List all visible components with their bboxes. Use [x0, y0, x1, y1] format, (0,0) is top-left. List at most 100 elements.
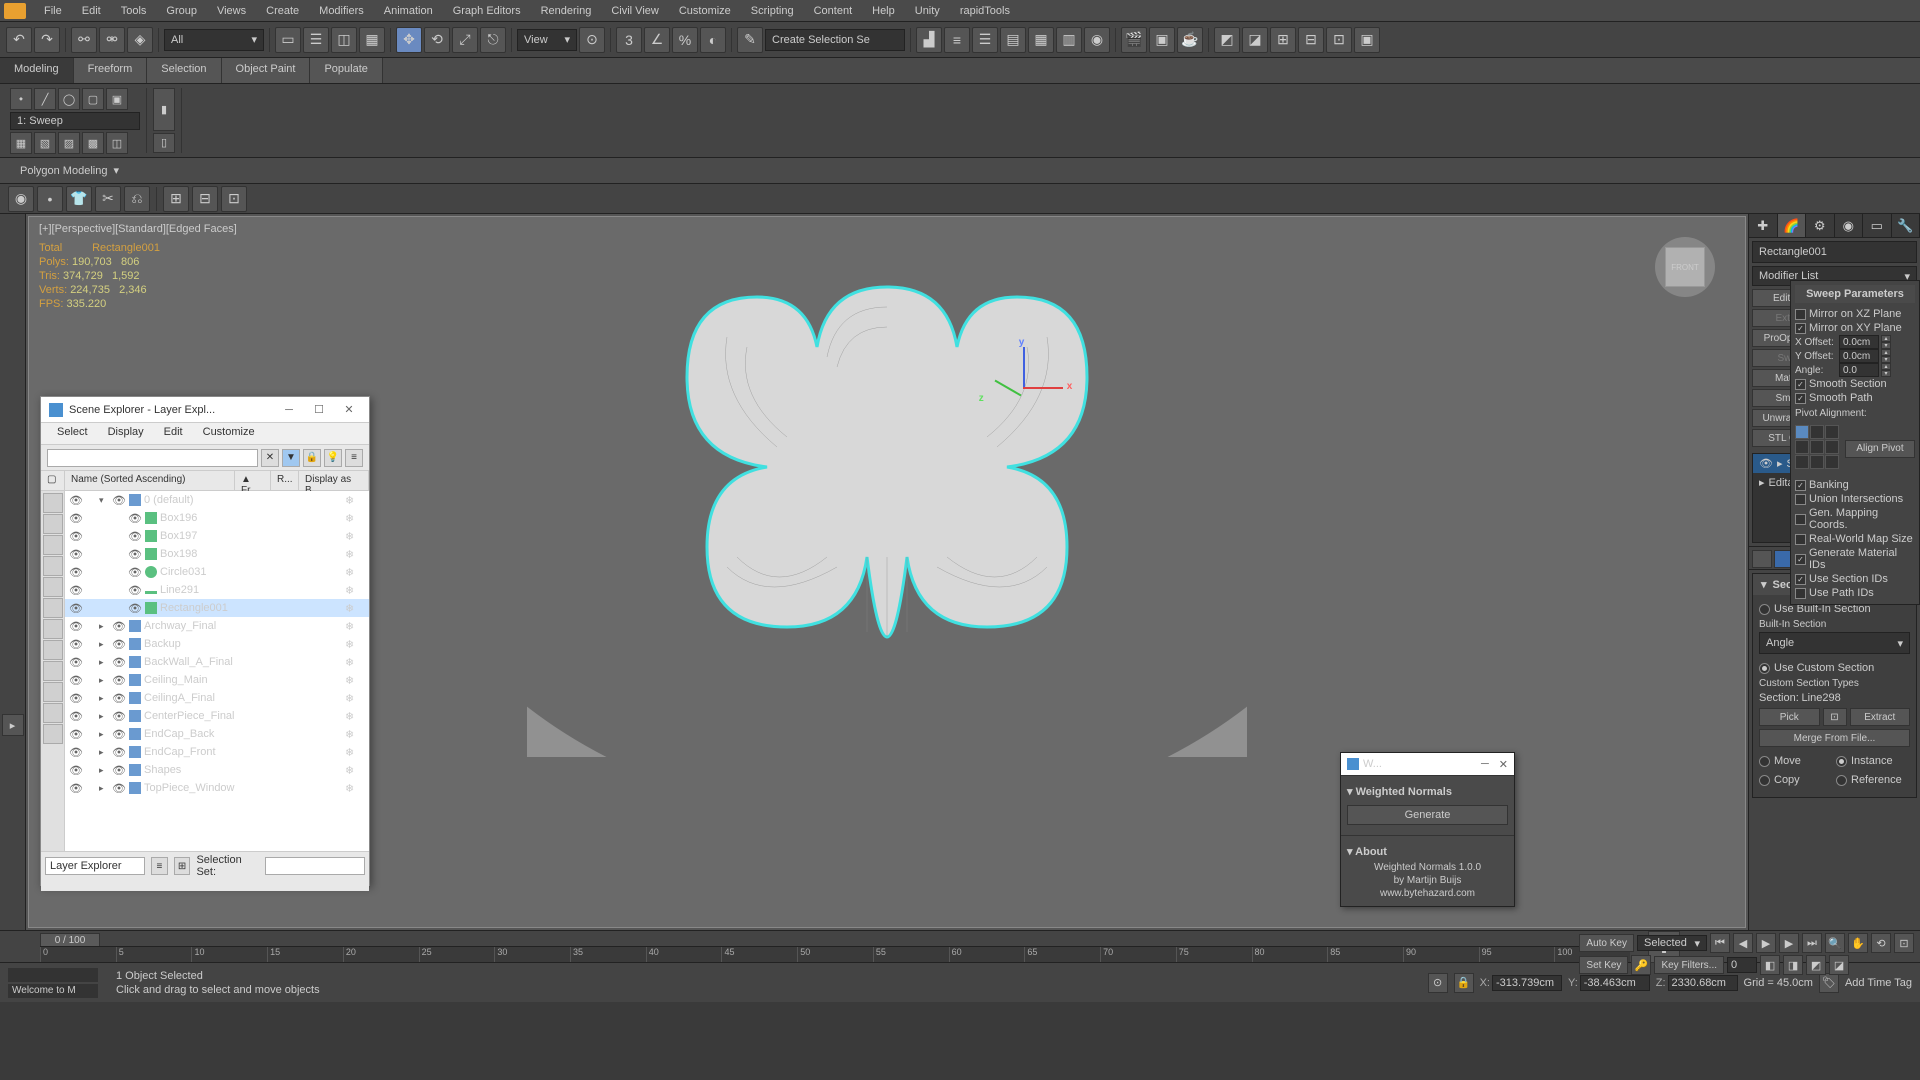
wn-titlebar[interactable]: W... ─ ✕: [1341, 753, 1514, 775]
eye-icon[interactable]: 👁: [112, 692, 126, 705]
footer-btn-2[interactable]: ⊞: [174, 857, 191, 875]
freeze-icon[interactable]: ❄: [345, 674, 365, 687]
subobj-edge-button[interactable]: ╱: [34, 88, 56, 110]
rotate-button[interactable]: ⟲: [424, 27, 450, 53]
undo-button[interactable]: ↶: [6, 27, 32, 53]
eye-icon[interactable]: 👁: [112, 674, 126, 687]
nav-pan-button[interactable]: ✋: [1848, 933, 1868, 953]
footer-btn-1[interactable]: ≡: [151, 857, 168, 875]
freeze-icon[interactable]: ❄: [345, 512, 365, 525]
ribbon-toggle-button[interactable]: ▯: [153, 133, 175, 153]
tree-row-ceiling-main[interactable]: 👁▸👁Ceiling_Main❄: [65, 671, 369, 689]
menu-rendering[interactable]: Rendering: [531, 2, 602, 20]
visibility-icon[interactable]: 👁: [69, 494, 83, 507]
tree-row-ceilinga-final[interactable]: 👁▸👁CeilingA_Final❄: [65, 689, 369, 707]
tree-row-shapes[interactable]: 👁▸👁Shapes❄: [65, 761, 369, 779]
eye-icon[interactable]: 👁: [128, 602, 142, 615]
goto-start-button[interactable]: ⏮: [1710, 933, 1730, 953]
filter-clear-button[interactable]: ✕: [261, 449, 279, 467]
timeline[interactable]: 0 / 100 05101520253035404550556065707580…: [0, 930, 1920, 962]
transform-gizmo[interactable]: x y z: [973, 337, 1073, 437]
subobj-element-button[interactable]: ▣: [106, 88, 128, 110]
side-9[interactable]: [43, 661, 63, 681]
wn-header[interactable]: ▾ Weighted Normals: [1347, 782, 1508, 801]
add-time-tag[interactable]: Add Time Tag: [1845, 977, 1912, 989]
menu-group[interactable]: Group: [156, 2, 207, 20]
align-pivot-button[interactable]: Align Pivot: [1845, 440, 1915, 458]
ribbon-tab-freeform[interactable]: Freeform: [74, 58, 148, 83]
scale-button[interactable]: ⤢: [452, 27, 478, 53]
viewcube[interactable]: FRONT: [1655, 237, 1715, 297]
app-icon[interactable]: [4, 3, 26, 19]
align-button[interactable]: ≡: [944, 27, 970, 53]
snap-toggle-button[interactable]: 3: [616, 27, 642, 53]
menu-views[interactable]: Views: [207, 2, 256, 20]
explorer-mode-dropdown[interactable]: Layer Explorer: [45, 857, 145, 875]
unlink-button[interactable]: ⚮: [99, 27, 125, 53]
y-coord[interactable]: Y:-38.463cm: [1568, 975, 1650, 991]
side-2[interactable]: [43, 514, 63, 534]
menu-rapidtools[interactable]: rapidTools: [950, 2, 1020, 20]
tree-row-box198[interactable]: 👁👁Box198❄: [65, 545, 369, 563]
link-button[interactable]: ⚯: [71, 27, 97, 53]
freeze-icon[interactable]: ❄: [345, 692, 365, 705]
autokey-button[interactable]: Auto Key: [1579, 934, 1634, 952]
side-3[interactable]: [43, 535, 63, 555]
toolrow-5[interactable]: ⎌: [124, 186, 150, 212]
render-setup-button[interactable]: 🎬: [1121, 27, 1147, 53]
wn-generate-button[interactable]: Generate: [1347, 805, 1508, 825]
isolate-button[interactable]: ⊙: [1428, 973, 1448, 993]
extra6-button[interactable]: ▣: [1354, 27, 1380, 53]
builtin-section-dropdown[interactable]: Angle▾: [1759, 632, 1910, 654]
explorer-tree[interactable]: 👁▾👁0 (default)❄👁👁Box196❄👁👁Box197❄👁👁Box19…: [65, 491, 369, 851]
expand-icon[interactable]: ▸: [99, 765, 109, 776]
freeze-icon[interactable]: ❄: [345, 656, 365, 669]
visibility-icon[interactable]: 👁: [69, 764, 83, 777]
sub-c-button[interactable]: ▨: [58, 132, 80, 154]
sub-a-button[interactable]: ▦: [10, 132, 32, 154]
menu-scripting[interactable]: Scripting: [741, 2, 804, 20]
eye-icon[interactable]: 👁: [112, 638, 126, 651]
menu-animation[interactable]: Animation: [374, 2, 443, 20]
reference-radio[interactable]: Reference: [1836, 772, 1910, 788]
col-frozen[interactable]: ▲ Fr...: [235, 471, 271, 490]
extract-button[interactable]: Extract: [1850, 708, 1911, 726]
freeze-icon[interactable]: ❄: [345, 638, 365, 651]
x-offset-spinner[interactable]: X Offset:0.0cm▴▾: [1795, 335, 1915, 349]
pin-stack-button[interactable]: [1752, 550, 1772, 568]
key-icon-button[interactable]: 🔑: [1631, 955, 1651, 975]
key-mode-dropdown[interactable]: Selected▾: [1637, 935, 1707, 951]
nav-dolly-button[interactable]: ◨: [1783, 955, 1803, 975]
ribbon-preview-button[interactable]: ▮: [153, 88, 175, 131]
expand-icon[interactable]: ▸: [99, 729, 109, 740]
tree-row-endcap-front[interactable]: 👁▸👁EndCap_Front❄: [65, 743, 369, 761]
tab-motion[interactable]: ◉: [1835, 214, 1864, 237]
smooth-path-check[interactable]: Smooth Path: [1795, 391, 1915, 405]
tab-create[interactable]: ✚: [1749, 214, 1778, 237]
tab-utilities[interactable]: 🔧: [1892, 214, 1920, 237]
use-custom-radio[interactable]: Use Custom Section: [1759, 660, 1910, 676]
freeze-icon[interactable]: ❄: [345, 548, 365, 561]
side-6[interactable]: [43, 598, 63, 618]
expand-icon[interactable]: ▾: [99, 495, 109, 506]
use-path-ids-check[interactable]: Use Path IDs: [1795, 586, 1915, 600]
tree-row-centerpiece-final[interactable]: 👁▸👁CenterPiece_Final❄: [65, 707, 369, 725]
expand-icon[interactable]: ▸: [99, 639, 109, 650]
tree-row-0--default-[interactable]: 👁▾👁0 (default)❄: [65, 491, 369, 509]
expand-icon[interactable]: ▸: [99, 783, 109, 794]
pivot-button[interactable]: ⊙: [579, 27, 605, 53]
key-filters-button[interactable]: Key Filters...: [1654, 956, 1724, 974]
angle-snap-button[interactable]: ∠: [644, 27, 670, 53]
visibility-icon[interactable]: 👁: [69, 710, 83, 723]
visibility-icon[interactable]: 👁: [69, 692, 83, 705]
visibility-icon[interactable]: 👁: [69, 746, 83, 759]
select-name-button[interactable]: ☰: [303, 27, 329, 53]
pivot-alignment-grid[interactable]: [1795, 425, 1839, 469]
side-10[interactable]: [43, 682, 63, 702]
gen-material-check[interactable]: Generate Material IDs: [1795, 546, 1915, 572]
eye-icon[interactable]: 👁: [112, 620, 126, 633]
nav-walk-button[interactable]: ◪: [1829, 955, 1849, 975]
render-button[interactable]: ☕: [1177, 27, 1203, 53]
y-offset-spinner[interactable]: Y Offset:0.0cm▴▾: [1795, 349, 1915, 363]
visibility-icon[interactable]: 👁: [69, 674, 83, 687]
